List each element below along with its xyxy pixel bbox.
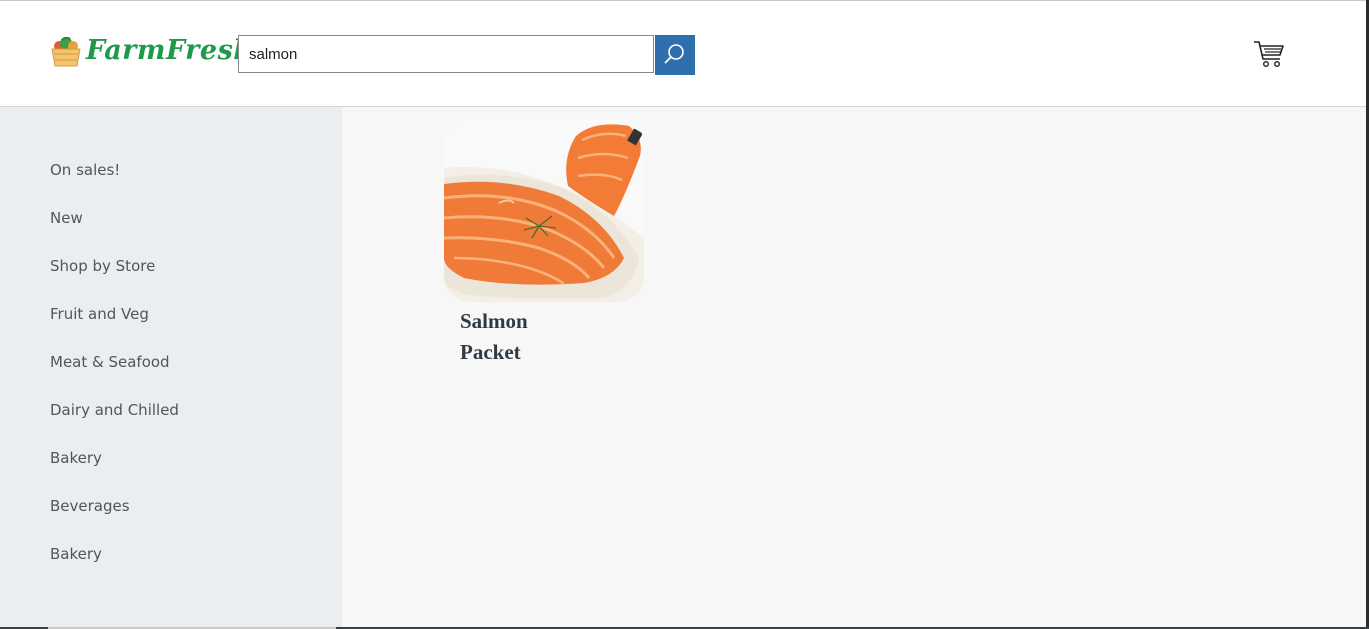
search-results: Salmon Packet <box>342 107 1366 627</box>
sidebar-item-meat-seafood[interactable]: Meat & Seafood <box>50 353 170 371</box>
product-name[interactable]: Salmon Packet <box>460 306 580 368</box>
sidebar-item-beverages[interactable]: Beverages <box>50 497 130 515</box>
sidebar-item-dairy-and-chilled[interactable]: Dairy and Chilled <box>50 401 179 419</box>
app-window: FarmFresh On sales! New Shop by Store Fr… <box>0 0 1369 629</box>
basket-logo-icon <box>51 37 81 67</box>
cart-icon[interactable] <box>1252 38 1286 70</box>
sidebar-item-on-sales[interactable]: On sales! <box>50 161 120 179</box>
brand-name: FarmFresh <box>86 35 254 66</box>
search-input[interactable] <box>238 35 654 73</box>
sidebar-item-new[interactable]: New <box>50 209 83 227</box>
sidebar-item-bakery[interactable]: Bakery <box>50 449 102 467</box>
brand-logo[interactable]: FarmFresh <box>50 35 253 69</box>
salmon-slices-image <box>444 118 644 302</box>
sidebar-item-shop-by-store[interactable]: Shop by Store <box>50 257 155 275</box>
site-header: FarmFresh <box>0 1 1366 107</box>
sidebar-item-bakery-2[interactable]: Bakery <box>50 545 102 563</box>
category-sidebar: On sales! New Shop by Store Fruit and Ve… <box>0 107 342 627</box>
search-icon <box>664 44 684 64</box>
search-button[interactable] <box>655 35 695 75</box>
product-image[interactable] <box>444 118 644 302</box>
product-card[interactable]: Salmon Packet <box>444 118 644 368</box>
sidebar-item-fruit-and-veg[interactable]: Fruit and Veg <box>50 305 149 323</box>
